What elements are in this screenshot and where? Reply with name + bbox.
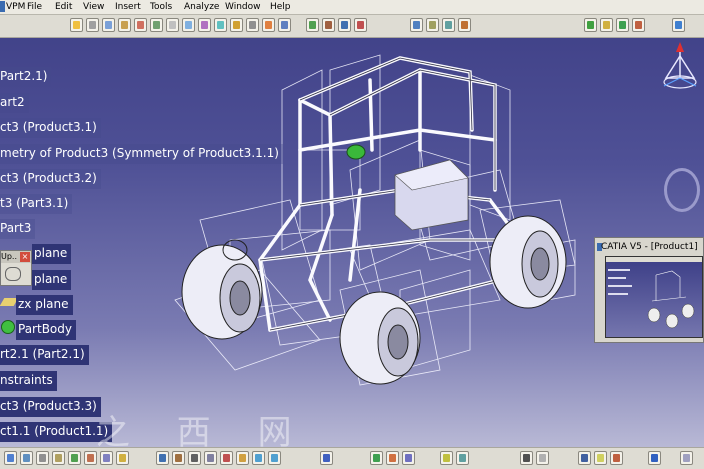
tree-item-constraints[interactable]: nstraints (0, 371, 57, 391)
grid-icon[interactable] (520, 451, 533, 465)
layer-icon[interactable] (610, 451, 623, 465)
apply-icon[interactable] (680, 451, 693, 465)
cut-icon[interactable] (220, 451, 233, 465)
redo-icon[interactable] (268, 451, 281, 465)
catia-window: VPM File Edit View Insert Tools Analyze … (0, 0, 704, 469)
bottom-toolbar (0, 447, 704, 469)
tree-item-part2-1-instance[interactable]: rt2.1 (Part2.1) (0, 345, 89, 365)
thumbnail-preview (605, 256, 703, 338)
fit-all-icon[interactable] (68, 451, 81, 465)
fly-icon[interactable] (4, 451, 17, 465)
3d-viewport[interactable] (0, 0, 704, 469)
tree-item-partbody[interactable]: PartBody (16, 320, 76, 340)
hide-show-icon[interactable] (116, 451, 129, 465)
tree-item-part2[interactable]: art2 (0, 93, 29, 113)
gear-icon (1, 320, 15, 334)
material-icon[interactable] (648, 451, 661, 465)
tree-item-part3-1[interactable]: t3 (Part3.1) (0, 194, 73, 214)
render-icon[interactable] (156, 451, 169, 465)
undo-icon[interactable] (252, 451, 265, 465)
stack-icon[interactable] (370, 451, 383, 465)
tree-item-part2-1[interactable]: Part2.1) (0, 67, 52, 87)
pan-icon[interactable] (36, 451, 49, 465)
iso-view-icon[interactable] (100, 451, 113, 465)
rotate-view-icon[interactable] (52, 451, 65, 465)
zoom-icon[interactable] (20, 451, 33, 465)
print-icon[interactable] (204, 451, 217, 465)
render-style-icon[interactable] (578, 451, 591, 465)
save-icon[interactable] (188, 451, 201, 465)
help-icon[interactable] (320, 451, 333, 465)
scene-icon[interactable] (402, 451, 415, 465)
tree-item-zx-plane[interactable]: zx plane (16, 295, 73, 315)
tree-item-product3-2[interactable]: ct3 (Product3.2) (0, 169, 101, 189)
floating-toolbar: Up.. × (0, 250, 32, 286)
axis-icon[interactable] (536, 451, 549, 465)
normal-view-icon[interactable] (84, 451, 97, 465)
bom-icon[interactable] (386, 451, 399, 465)
close-icon[interactable]: × (20, 252, 30, 262)
thumbnail-title: CATIA V5 - [Product1] (601, 242, 698, 252)
tree-item-part3[interactable]: Part3 (0, 219, 36, 239)
shading-icon[interactable] (172, 451, 185, 465)
lighting-icon[interactable] (594, 451, 607, 465)
paste-icon[interactable] (236, 451, 249, 465)
tree-item-symmetry[interactable]: metry of Product3 (Symmetry of Product3.… (0, 144, 283, 164)
taskbar-thumbnail[interactable]: CATIA V5 - [Product1] (594, 237, 704, 343)
tree-item-product3-3[interactable]: ct3 (Product3.3) (0, 397, 101, 417)
tree-item-plane-2[interactable]: plane (32, 270, 72, 290)
spin-icon[interactable] (5, 267, 21, 281)
tree-item-plane-1[interactable]: plane (32, 244, 72, 264)
point-icon[interactable] (440, 451, 453, 465)
tree-item-product3-1[interactable]: ct3 (Product3.1) (0, 118, 101, 138)
line-icon[interactable] (456, 451, 469, 465)
